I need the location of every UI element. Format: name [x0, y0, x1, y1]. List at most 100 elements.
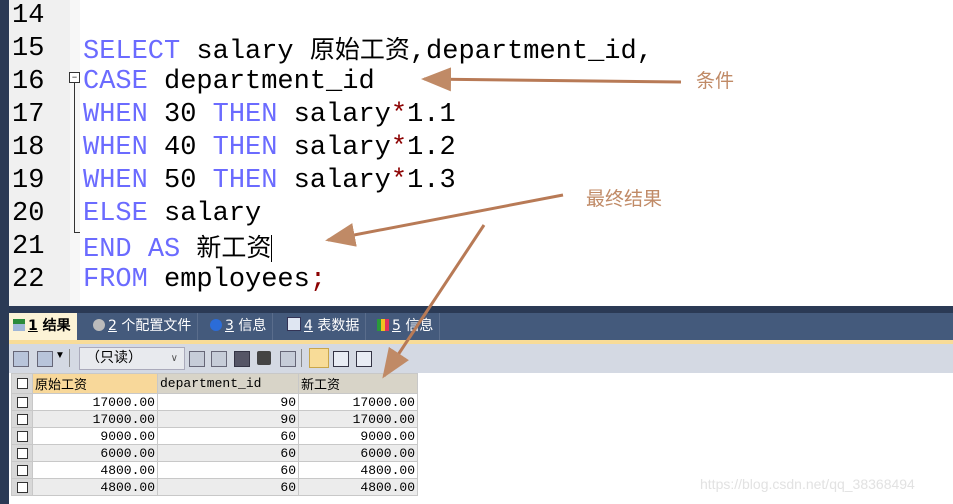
select-all-checkbox[interactable] — [11, 373, 33, 394]
table-cell[interactable]: 4800.00 — [298, 478, 418, 496]
table-cell[interactable]: 6000.00 — [32, 444, 158, 462]
table-cell[interactable]: 9000.00 — [32, 427, 158, 445]
read-only-mode-select[interactable]: （只读） ∨ — [79, 347, 185, 370]
code-token: salary — [147, 199, 262, 229]
table-cell[interactable]: 90 — [157, 410, 299, 428]
insert-row-icon[interactable] — [13, 351, 29, 367]
duplicate-row-icon[interactable] — [211, 351, 227, 367]
row-checkbox[interactable] — [11, 410, 33, 428]
form-view-icon[interactable] — [333, 351, 349, 367]
line-number: 14 — [12, 1, 45, 31]
annotation-condition: 条件 — [696, 70, 735, 92]
code-token: ,department_id, — [409, 37, 653, 67]
table-cell[interactable]: 60 — [157, 444, 299, 462]
sql-keyword: FROM — [83, 265, 148, 295]
text-view-icon[interactable] — [356, 351, 372, 367]
table-row[interactable]: 6000.00 60 6000.00 — [11, 444, 418, 462]
row-checkbox[interactable] — [11, 427, 33, 445]
code-token: employees — [147, 265, 310, 295]
table-cell[interactable]: 90 — [157, 393, 299, 411]
row-checkbox[interactable] — [11, 478, 33, 496]
sql-keyword: ELSE — [83, 199, 148, 229]
table-cell[interactable]: 6000.00 — [298, 444, 418, 462]
info-icon — [210, 319, 222, 331]
code-token: 原始工资 — [309, 35, 410, 64]
code-token: 1.3 — [407, 166, 456, 196]
save-icon[interactable] — [234, 351, 250, 367]
code-text: WHEN 30 THEN salary*1.1 — [83, 99, 456, 132]
cancel-changes-icon[interactable] — [280, 351, 296, 367]
table-cell[interactable]: 17000.00 — [32, 393, 158, 411]
sql-keyword: SELECT — [83, 37, 181, 67]
code-text: ELSE salary — [83, 198, 261, 231]
line-number: 18 — [12, 133, 45, 163]
table-cell[interactable]: 60 — [157, 461, 299, 479]
annotation-final-result: 最终结果 — [586, 188, 663, 210]
table-cell[interactable]: 17000.00 — [298, 393, 418, 411]
table-cell[interactable]: 60 — [157, 427, 299, 445]
code-text: WHEN 40 THEN salary*1.2 — [83, 132, 456, 165]
code-text: SELECT salary 原始工资,department_id, — [83, 33, 653, 69]
sql-editor[interactable]: 14 15 SELECT salary 原始工资,department_id, 16 C… — [9, 0, 953, 306]
sql-keyword: AS — [147, 235, 181, 265]
code-token: * — [390, 133, 408, 163]
table-row[interactable]: 17000.00 90 17000.00 — [11, 393, 418, 411]
row-checkbox[interactable] — [11, 393, 33, 411]
fold-guide — [74, 83, 75, 233]
tab-info-2[interactable]: 5 信息 — [373, 313, 441, 340]
table-row[interactable]: 4800.00 60 4800.00 — [11, 478, 418, 496]
result-tabs: 1 结果 2 个配置文件 3 信息 4 表数据 5 信息 — [9, 313, 953, 340]
pane-divider[interactable] — [9, 306, 953, 313]
code-text: END AS 新工资 — [83, 231, 273, 267]
grid-view-icon[interactable] — [309, 348, 329, 368]
add-row-icon[interactable] — [189, 351, 205, 367]
code-token: salary — [277, 133, 391, 163]
table-row[interactable]: 4800.00 60 4800.00 — [11, 461, 418, 479]
table-cell[interactable]: 17000.00 — [32, 410, 158, 428]
row-checkbox[interactable] — [11, 461, 33, 479]
tab-table-data[interactable]: 4 表数据 — [283, 313, 367, 340]
sql-keyword: THEN — [212, 166, 278, 196]
text-caret — [271, 235, 273, 263]
export-icon[interactable] — [37, 351, 53, 367]
toolbar-separator — [69, 349, 70, 367]
code-token: salary — [277, 100, 391, 130]
tab-results[interactable]: 1 结果 — [9, 313, 77, 340]
code-token: 1.2 — [407, 133, 456, 163]
table-cell[interactable]: 17000.00 — [298, 410, 418, 428]
code-token: * — [390, 166, 408, 196]
export-dropdown-chevron-icon[interactable]: ▼ — [55, 350, 65, 361]
table-cell[interactable]: 4800.00 — [32, 478, 158, 496]
fold-toggle-icon[interactable]: − — [69, 72, 80, 83]
table-row[interactable]: 9000.00 60 9000.00 — [11, 427, 418, 445]
results-grid: 原始工资 department_id 新工资 17000.00 90 17000.0… — [11, 373, 418, 496]
watermark: https://blog.csdn.net/qq_38368494 — [700, 476, 915, 492]
table-cell[interactable]: 9000.00 — [298, 427, 418, 445]
sql-keyword: WHEN — [83, 100, 148, 130]
sql-keyword: WHEN — [83, 133, 148, 163]
column-header[interactable]: 新工资 — [298, 373, 418, 394]
tab-info[interactable]: 3 信息 — [206, 313, 274, 340]
code-token: 50 — [147, 166, 213, 196]
column-header[interactable]: department_id — [157, 373, 299, 394]
line-number: 20 — [12, 199, 45, 229]
delete-icon[interactable] — [257, 351, 271, 365]
table-cell[interactable]: 4800.00 — [298, 461, 418, 479]
toolbar-separator — [301, 349, 302, 367]
line-number: 17 — [12, 100, 45, 130]
line-number: 22 — [12, 265, 45, 295]
table-cell[interactable]: 60 — [157, 478, 299, 496]
line-number: 16 — [12, 67, 45, 97]
code-token: salary — [277, 166, 391, 196]
row-checkbox[interactable] — [11, 444, 33, 462]
table-cell[interactable]: 4800.00 — [32, 461, 158, 479]
code-text: FROM employees; — [83, 264, 326, 297]
code-token: 新工资 — [196, 233, 272, 262]
column-header[interactable]: 原始工资 — [32, 373, 158, 394]
table-row[interactable]: 17000.00 90 17000.00 — [11, 410, 418, 428]
tab-profiles[interactable]: 2 个配置文件 — [89, 313, 199, 340]
sql-keyword: THEN — [212, 133, 278, 163]
sql-keyword: THEN — [212, 100, 278, 130]
